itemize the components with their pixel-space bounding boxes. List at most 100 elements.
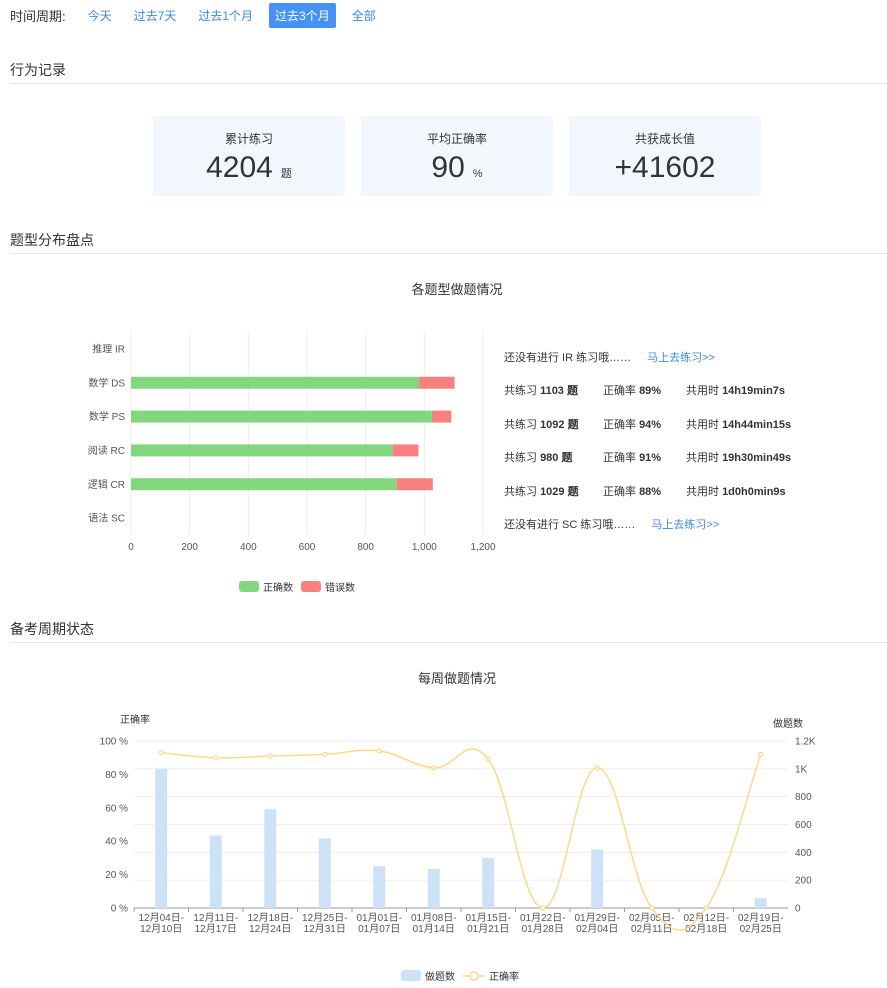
x-tick-label: 02月04日 bbox=[576, 923, 618, 935]
x-tick-label: 02月12日- bbox=[683, 912, 729, 924]
accuracy-point bbox=[758, 751, 764, 757]
x-tick-label: 01月22日- bbox=[520, 912, 566, 924]
x-tick-label: 12月25日- bbox=[302, 912, 348, 924]
y-axis-title-left: 正确率 bbox=[120, 713, 150, 726]
weekly-practice-chart: 正确率 做题数 0 200 400 600 800 1K 1.2K 0 % 20 % 40 % 60 %… bbox=[100, 713, 816, 935]
bar-correct bbox=[131, 444, 393, 457]
empty-message: 还没有进行 IR 练习哦…… bbox=[504, 351, 632, 364]
x-tick-label: 12月17日 bbox=[195, 923, 237, 935]
legend-item-count[interactable]: 做题数 bbox=[401, 968, 455, 983]
type-distribution-chart: 0 200 400 600 800 1,000 1,200 推理 IR 数学 DS 数学 PS 阅读… bbox=[88, 332, 496, 553]
bar-count bbox=[427, 869, 440, 908]
empty-message: 还没有进行 SC 练习哦…… bbox=[504, 519, 636, 532]
type-row-ps: 共练习 1092 题 正确率 94% 共用时 14h44min15s bbox=[504, 407, 884, 441]
stat-label: 平均正确率 bbox=[426, 132, 487, 146]
legend-label: 正确率 bbox=[489, 972, 519, 983]
bar-correct bbox=[131, 376, 420, 389]
accuracy-point bbox=[213, 755, 219, 761]
x-tick-label: 02月25日 bbox=[740, 923, 782, 935]
legend-item-wrong[interactable]: 错误数 bbox=[301, 579, 355, 594]
bar-count bbox=[482, 857, 495, 908]
stat-number: 90 bbox=[431, 151, 465, 184]
y-tick-label: 逻辑 CR bbox=[88, 478, 125, 491]
x-tick-label: 0 bbox=[128, 542, 134, 553]
y-tick-label-left: 60 % bbox=[105, 803, 128, 814]
type-row-ir: 还没有进行 IR 练习哦…… 马上去练习>> bbox=[504, 340, 884, 374]
time-spent: 共用时 1d0h0min9s bbox=[686, 485, 786, 498]
bar-correct bbox=[131, 410, 432, 423]
x-tick-label: 12月31日 bbox=[304, 923, 346, 935]
stat-unit: 题 bbox=[280, 168, 292, 180]
legend-swatch bbox=[301, 581, 321, 592]
type-row-sc: 还没有进行 SC 练习哦…… 马上去练习>> bbox=[504, 508, 884, 542]
y-tick-label: 阅读 RC bbox=[88, 444, 125, 457]
y-tick-label-right: 800 bbox=[795, 792, 812, 803]
stat-value: 4204 题 bbox=[153, 151, 345, 185]
x-tick-label: 1,200 bbox=[470, 542, 495, 553]
y-axis-title-right: 做题数 bbox=[773, 717, 803, 730]
x-tick-label: 1,000 bbox=[412, 542, 437, 553]
y-tick-label: 数学 PS bbox=[89, 410, 125, 423]
type-row-rc: 共练习 980 题 正确率 91% 共用时 19h30min49s bbox=[504, 441, 884, 475]
accuracy-point bbox=[703, 905, 709, 911]
period-label: 时间周期: bbox=[10, 8, 66, 24]
x-tick-label: 800 bbox=[357, 542, 374, 553]
y-tick-label: 数学 DS bbox=[88, 376, 125, 389]
type-row-ds: 共练习 1103 题 正确率 89% 共用时 14h19min7s bbox=[504, 374, 884, 408]
bar-wrong bbox=[392, 444, 419, 457]
accuracy: 正确率 88% bbox=[603, 485, 662, 498]
x-tick-label: 01月28日 bbox=[522, 923, 564, 935]
x-tick-label: 400 bbox=[240, 542, 257, 553]
x-tick-label: 01月08日- bbox=[411, 912, 457, 924]
period-option-1-month[interactable]: 过去1个月 bbox=[192, 3, 259, 28]
accuracy-point bbox=[431, 765, 437, 771]
legend-label: 错误数 bbox=[325, 583, 355, 594]
x-tick-label: 01月01日- bbox=[356, 912, 402, 924]
period-option-7-days[interactable]: 过去7天 bbox=[128, 3, 183, 28]
x-tick-label: 01月07日 bbox=[358, 923, 400, 935]
practice-link[interactable]: 马上去练习>> bbox=[647, 349, 715, 365]
bar-wrong bbox=[419, 376, 455, 389]
stat-label: 共获成长值 bbox=[634, 132, 695, 146]
practice-count: 共练习 980 题 bbox=[504, 452, 573, 465]
stat-card-avg-accuracy: 平均正确率 90% bbox=[361, 116, 553, 196]
stat-label: 累计练习 bbox=[224, 132, 273, 146]
practice-count: 共练习 1029 题 bbox=[504, 485, 579, 498]
stat-number: +41602 bbox=[614, 151, 716, 184]
chart-title-weekly: 每周做题情况 bbox=[417, 671, 496, 686]
stat-card-total-practice: 累计练习 4204 题 bbox=[153, 116, 345, 196]
x-tick-label: 02月19日- bbox=[738, 912, 784, 924]
time-spent: 共用时 14h19min7s bbox=[686, 385, 786, 398]
x-tick-label: 01月14日 bbox=[413, 923, 455, 935]
stat-unit: % bbox=[472, 168, 483, 180]
bar-correct bbox=[131, 478, 397, 491]
practice-count: 共练习 1092 题 bbox=[504, 418, 579, 431]
y-tick-label-left: 80 % bbox=[105, 770, 128, 781]
bar-count bbox=[373, 866, 386, 908]
stat-value: +41602 bbox=[569, 151, 761, 185]
type-stats-list: 还没有进行 IR 练习哦…… 马上去练习>> 共练习 1103 题 正确率 89… bbox=[504, 340, 884, 541]
period-option-3-months[interactable]: 过去3个月 bbox=[269, 2, 336, 28]
x-tick-label: 12月11日- bbox=[193, 912, 238, 924]
y-tick-label: 语法 SC bbox=[88, 512, 125, 525]
practice-link[interactable]: 马上去练习>> bbox=[651, 516, 719, 532]
accuracy-point bbox=[649, 905, 655, 911]
x-tick-label: 12月24日 bbox=[249, 923, 291, 935]
bar-count bbox=[591, 849, 604, 908]
stat-value: 90% bbox=[361, 151, 553, 185]
period-option-today[interactable]: 今天 bbox=[82, 3, 118, 28]
legend-item-correct[interactable]: 正确数 bbox=[239, 579, 293, 594]
stat-card-growth-value: 共获成长值 +41602 bbox=[569, 116, 761, 196]
x-tick-label: 600 bbox=[299, 542, 316, 553]
period-option-all[interactable]: 全部 bbox=[346, 3, 382, 28]
x-tick-label: 01月21日 bbox=[467, 923, 509, 935]
time-spent: 共用时 19h30min49s bbox=[686, 452, 792, 465]
chart-title-type-distribution: 各题型做题情况 bbox=[411, 282, 503, 297]
bar-count bbox=[318, 838, 331, 908]
legend-label: 做题数 bbox=[425, 972, 455, 983]
x-tick-label: 12月18日- bbox=[247, 912, 293, 924]
legend-item-accuracy[interactable]: 正确率 bbox=[463, 968, 519, 983]
bar-count bbox=[209, 835, 222, 908]
x-tick-label: 01月15日- bbox=[465, 912, 511, 924]
bar-count bbox=[754, 898, 767, 908]
